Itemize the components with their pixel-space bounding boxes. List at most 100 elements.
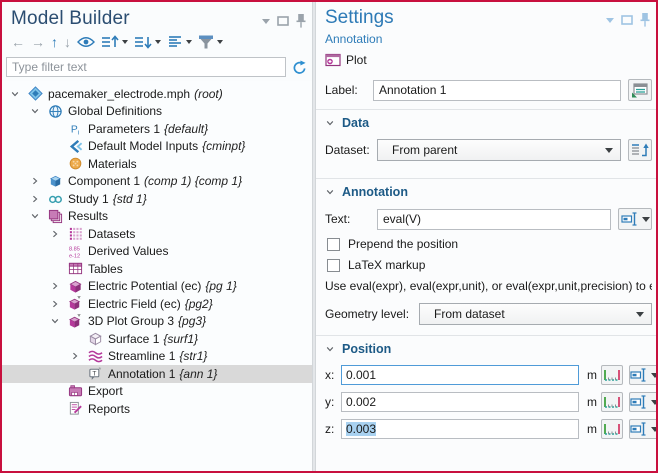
latex-markup-checkbox-row[interactable]: LaTeX markup xyxy=(327,258,652,272)
filter-input[interactable]: Type filter text xyxy=(6,57,286,77)
model-builder-title: Model Builder xyxy=(11,8,130,30)
dropdown-caret-icon xyxy=(605,148,613,153)
panel-menu-caret-icon[interactable] xyxy=(262,19,270,24)
model-root-icon xyxy=(28,86,43,101)
tree-item-global-definitions[interactable]: Global Definitions xyxy=(2,103,312,121)
chevron-right-icon[interactable] xyxy=(50,279,68,293)
model-tree-node-text-icon[interactable] xyxy=(166,33,193,51)
panel-menu-caret-icon[interactable] xyxy=(606,18,614,23)
tree-item-tables[interactable]: Tables xyxy=(2,260,312,278)
dropdown-caret-icon xyxy=(642,217,650,222)
y-unit: m xyxy=(587,395,597,409)
pin-icon[interactable] xyxy=(296,14,306,28)
move-down-icon[interactable]: ↓ xyxy=(63,33,72,51)
eval-hint-text: Use eval(expr), eval(expr,unit), or eval… xyxy=(325,279,652,293)
parameters-icon xyxy=(68,121,83,136)
tree-item-electric-field[interactable]: Electric Field (ec){pg2} xyxy=(2,295,312,313)
global-definitions-icon xyxy=(48,104,63,119)
x-label: x: xyxy=(325,368,341,382)
position-section-header[interactable]: Position xyxy=(325,342,652,356)
rename-button[interactable] xyxy=(628,79,652,101)
settings-panel: Settings Annotation Plot Label: Annotati… xyxy=(316,2,656,471)
model-builder-panel: Model Builder ← → ↑ ↓ Type filter text xyxy=(2,2,312,471)
tree-item-derived-values[interactable]: Derived Values xyxy=(2,243,312,261)
dataset-dropdown[interactable]: From parent xyxy=(377,139,621,161)
move-up-icon[interactable]: ↑ xyxy=(50,33,59,51)
component-icon xyxy=(48,174,63,189)
prepend-position-checkbox-row[interactable]: Prepend the position xyxy=(327,237,652,251)
tree-item-results[interactable]: Results xyxy=(2,208,312,226)
tree-item-surface-1[interactable]: Surface 1{surf1} xyxy=(2,330,312,348)
tree-item-materials[interactable]: Materials xyxy=(2,155,312,173)
float-window-icon[interactable] xyxy=(621,15,633,25)
y-label: y: xyxy=(325,395,341,409)
chevron-down-icon[interactable] xyxy=(30,209,48,223)
annotation-section-header[interactable]: Annotation xyxy=(325,185,652,199)
chevron-down-icon xyxy=(325,118,335,128)
chevron-down-icon[interactable] xyxy=(30,104,48,118)
tree-item-export[interactable]: Export xyxy=(2,383,312,401)
data-section-header[interactable]: Data xyxy=(325,116,652,130)
chevron-right-icon[interactable] xyxy=(50,227,68,241)
tree-item-annotation-1[interactable]: Annotation 1{ann 1} xyxy=(2,365,312,383)
settings-subtitle: Annotation xyxy=(316,29,656,48)
edit-expression-button[interactable] xyxy=(629,365,656,385)
chevron-right-icon[interactable] xyxy=(70,349,88,363)
tree-item-reports[interactable]: Reports xyxy=(2,400,312,418)
tree-item-3d-plot-group-3[interactable]: 3D Plot Group 3{pg3} xyxy=(2,313,312,331)
chevron-right-icon[interactable] xyxy=(30,192,48,206)
geometry-level-dropdown[interactable]: From dataset xyxy=(419,303,652,325)
export-icon xyxy=(68,384,83,399)
streamline-plot-icon xyxy=(88,349,103,364)
edit-expression-button[interactable] xyxy=(629,392,656,412)
tree-item-datasets[interactable]: Datasets xyxy=(2,225,312,243)
chevron-right-icon[interactable] xyxy=(30,174,48,188)
data-section: Data Dataset: From parent xyxy=(316,109,656,178)
chevron-down-icon xyxy=(325,187,335,197)
chevron-right-icon[interactable] xyxy=(50,297,68,311)
plot-group-icon xyxy=(68,296,83,311)
plot-group-icon xyxy=(68,279,83,294)
z-input[interactable]: 0.003 xyxy=(341,419,579,439)
pin-icon[interactable] xyxy=(640,13,650,27)
tree-item-streamline-1[interactable]: Streamline 1{str1} xyxy=(2,348,312,366)
range-button[interactable] xyxy=(601,392,623,412)
edit-expression-button[interactable] xyxy=(629,419,656,439)
geometry-level-label: Geometry level: xyxy=(325,307,419,321)
label-input[interactable]: Annotation 1 xyxy=(373,80,621,101)
refresh-icon[interactable] xyxy=(291,59,308,76)
collapse-tree-icon[interactable] xyxy=(133,33,162,51)
range-button[interactable] xyxy=(601,365,623,385)
y-input[interactable]: 0.002 xyxy=(341,392,579,412)
dataset-label: Dataset: xyxy=(325,143,377,157)
filter-icon[interactable] xyxy=(197,33,224,51)
show-icon[interactable] xyxy=(76,33,96,51)
expand-tree-icon[interactable] xyxy=(100,33,129,51)
surface-plot-icon xyxy=(88,331,103,346)
tree-item-default-model-inputs[interactable]: Default Model Inputs{cminpt} xyxy=(2,138,312,156)
tree-item-parameters[interactable]: Parameters 1{default} xyxy=(2,120,312,138)
plot-group-icon xyxy=(68,314,83,329)
text-label: Text: xyxy=(325,212,377,226)
edit-expression-button[interactable] xyxy=(618,208,652,230)
chevron-down-icon[interactable] xyxy=(50,314,68,328)
label-field-label: Label: xyxy=(325,83,373,97)
tree-item-root[interactable]: pacemaker_electrode.mph(root) xyxy=(2,85,312,103)
go-back-icon[interactable]: ← xyxy=(10,33,26,51)
chevron-down-icon[interactable] xyxy=(10,87,28,101)
tree-item-electric-potential[interactable]: Electric Potential (ec){pg 1} xyxy=(2,278,312,296)
plot-button[interactable]: Plot xyxy=(316,48,656,70)
go-to-source-button[interactable] xyxy=(628,139,652,161)
prepend-position-checkbox[interactable] xyxy=(327,238,340,251)
x-input[interactable]: 0.001 xyxy=(341,365,579,385)
range-button[interactable] xyxy=(601,419,623,439)
tree-item-study-1[interactable]: Study 1{std 1} xyxy=(2,190,312,208)
text-input[interactable]: eval(V) xyxy=(377,209,611,230)
chevron-down-icon xyxy=(325,344,335,354)
float-window-icon[interactable] xyxy=(277,16,289,26)
latex-markup-checkbox[interactable] xyxy=(327,259,340,272)
position-section: Position x: 0.001 m y: 0.002 m z: 0.003 … xyxy=(316,335,656,471)
go-forward-icon[interactable]: → xyxy=(30,33,46,51)
x-unit: m xyxy=(587,368,597,382)
tree-item-component-1[interactable]: Component 1(comp 1) {comp 1} xyxy=(2,173,312,191)
